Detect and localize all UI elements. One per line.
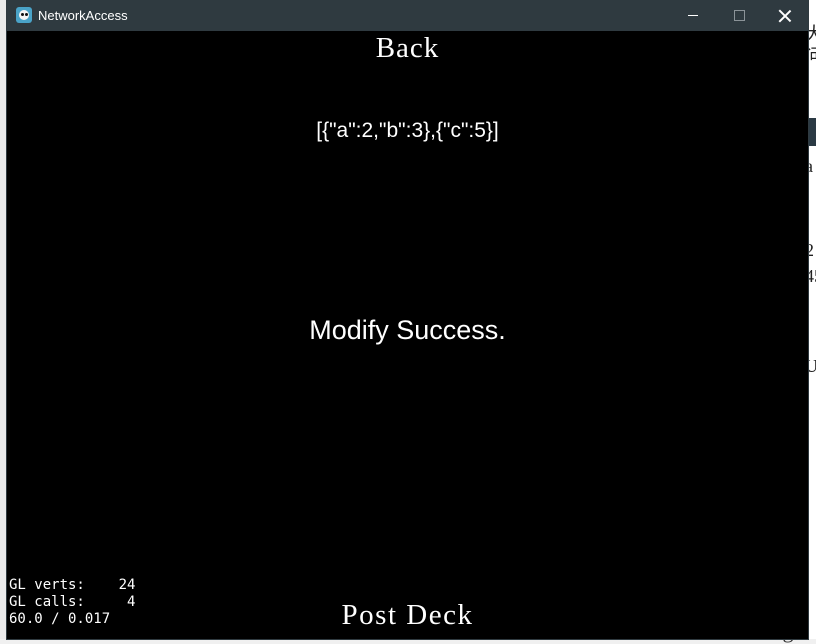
gl-verts-stat: GL verts: 24 — [9, 577, 136, 593]
minimize-button[interactable] — [670, 0, 716, 31]
maximize-button[interactable] — [716, 0, 762, 31]
desktop: 大 问 a 2 45 U Regi NetworkAccess — [0, 0, 816, 643]
title-bar[interactable]: NetworkAccess — [7, 0, 808, 31]
app-window: NetworkAccess Back [{"a":2,"b":3},{"c":5… — [7, 0, 808, 639]
window-title: NetworkAccess — [38, 8, 128, 23]
maximize-icon — [733, 10, 745, 21]
close-button[interactable] — [762, 0, 808, 31]
json-result-text: [{"a":2,"b":3},{"c":5}] — [316, 119, 499, 142]
minimize-icon — [688, 15, 698, 16]
close-icon — [779, 10, 791, 22]
game-canvas[interactable]: Back [{"a":2,"b":3},{"c":5}] Modify Succ… — [7, 31, 808, 639]
app-icon — [16, 7, 32, 23]
post-deck-button[interactable]: Post Deck — [7, 597, 808, 633]
back-button[interactable]: Back — [7, 31, 808, 65]
status-message: Modify Success. — [309, 315, 506, 345]
